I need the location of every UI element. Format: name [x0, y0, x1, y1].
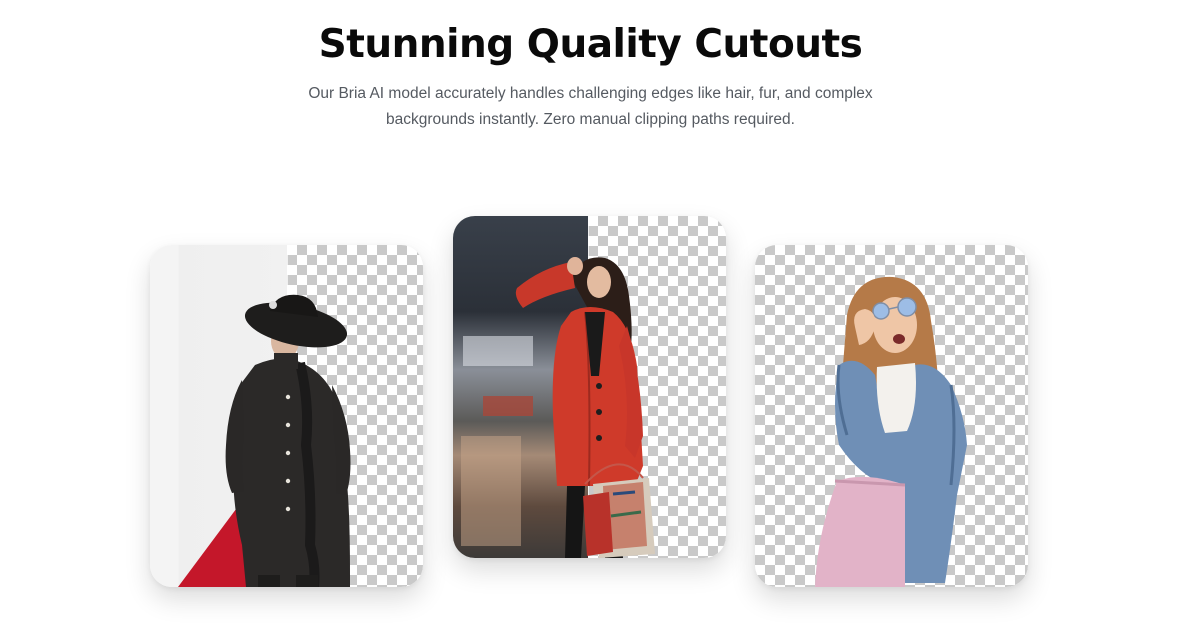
section-subtitle: Our Bria AI model accurately handles cha… — [308, 85, 873, 128]
cutout-card-red-coat-woman — [453, 216, 726, 558]
subject-cutout-sunglasses-woman — [815, 276, 967, 587]
page: Stunning Quality Cutouts Our Bria AI mod… — [0, 0, 1181, 642]
subject-cutout-hat-woman — [178, 294, 351, 587]
section-title: Stunning Quality Cutouts — [318, 22, 863, 67]
cutout-card-sunglasses-woman — [755, 245, 1028, 587]
cutout-card-hat-woman — [150, 245, 423, 587]
subject-cutout-red-coat-woman — [461, 257, 655, 558]
